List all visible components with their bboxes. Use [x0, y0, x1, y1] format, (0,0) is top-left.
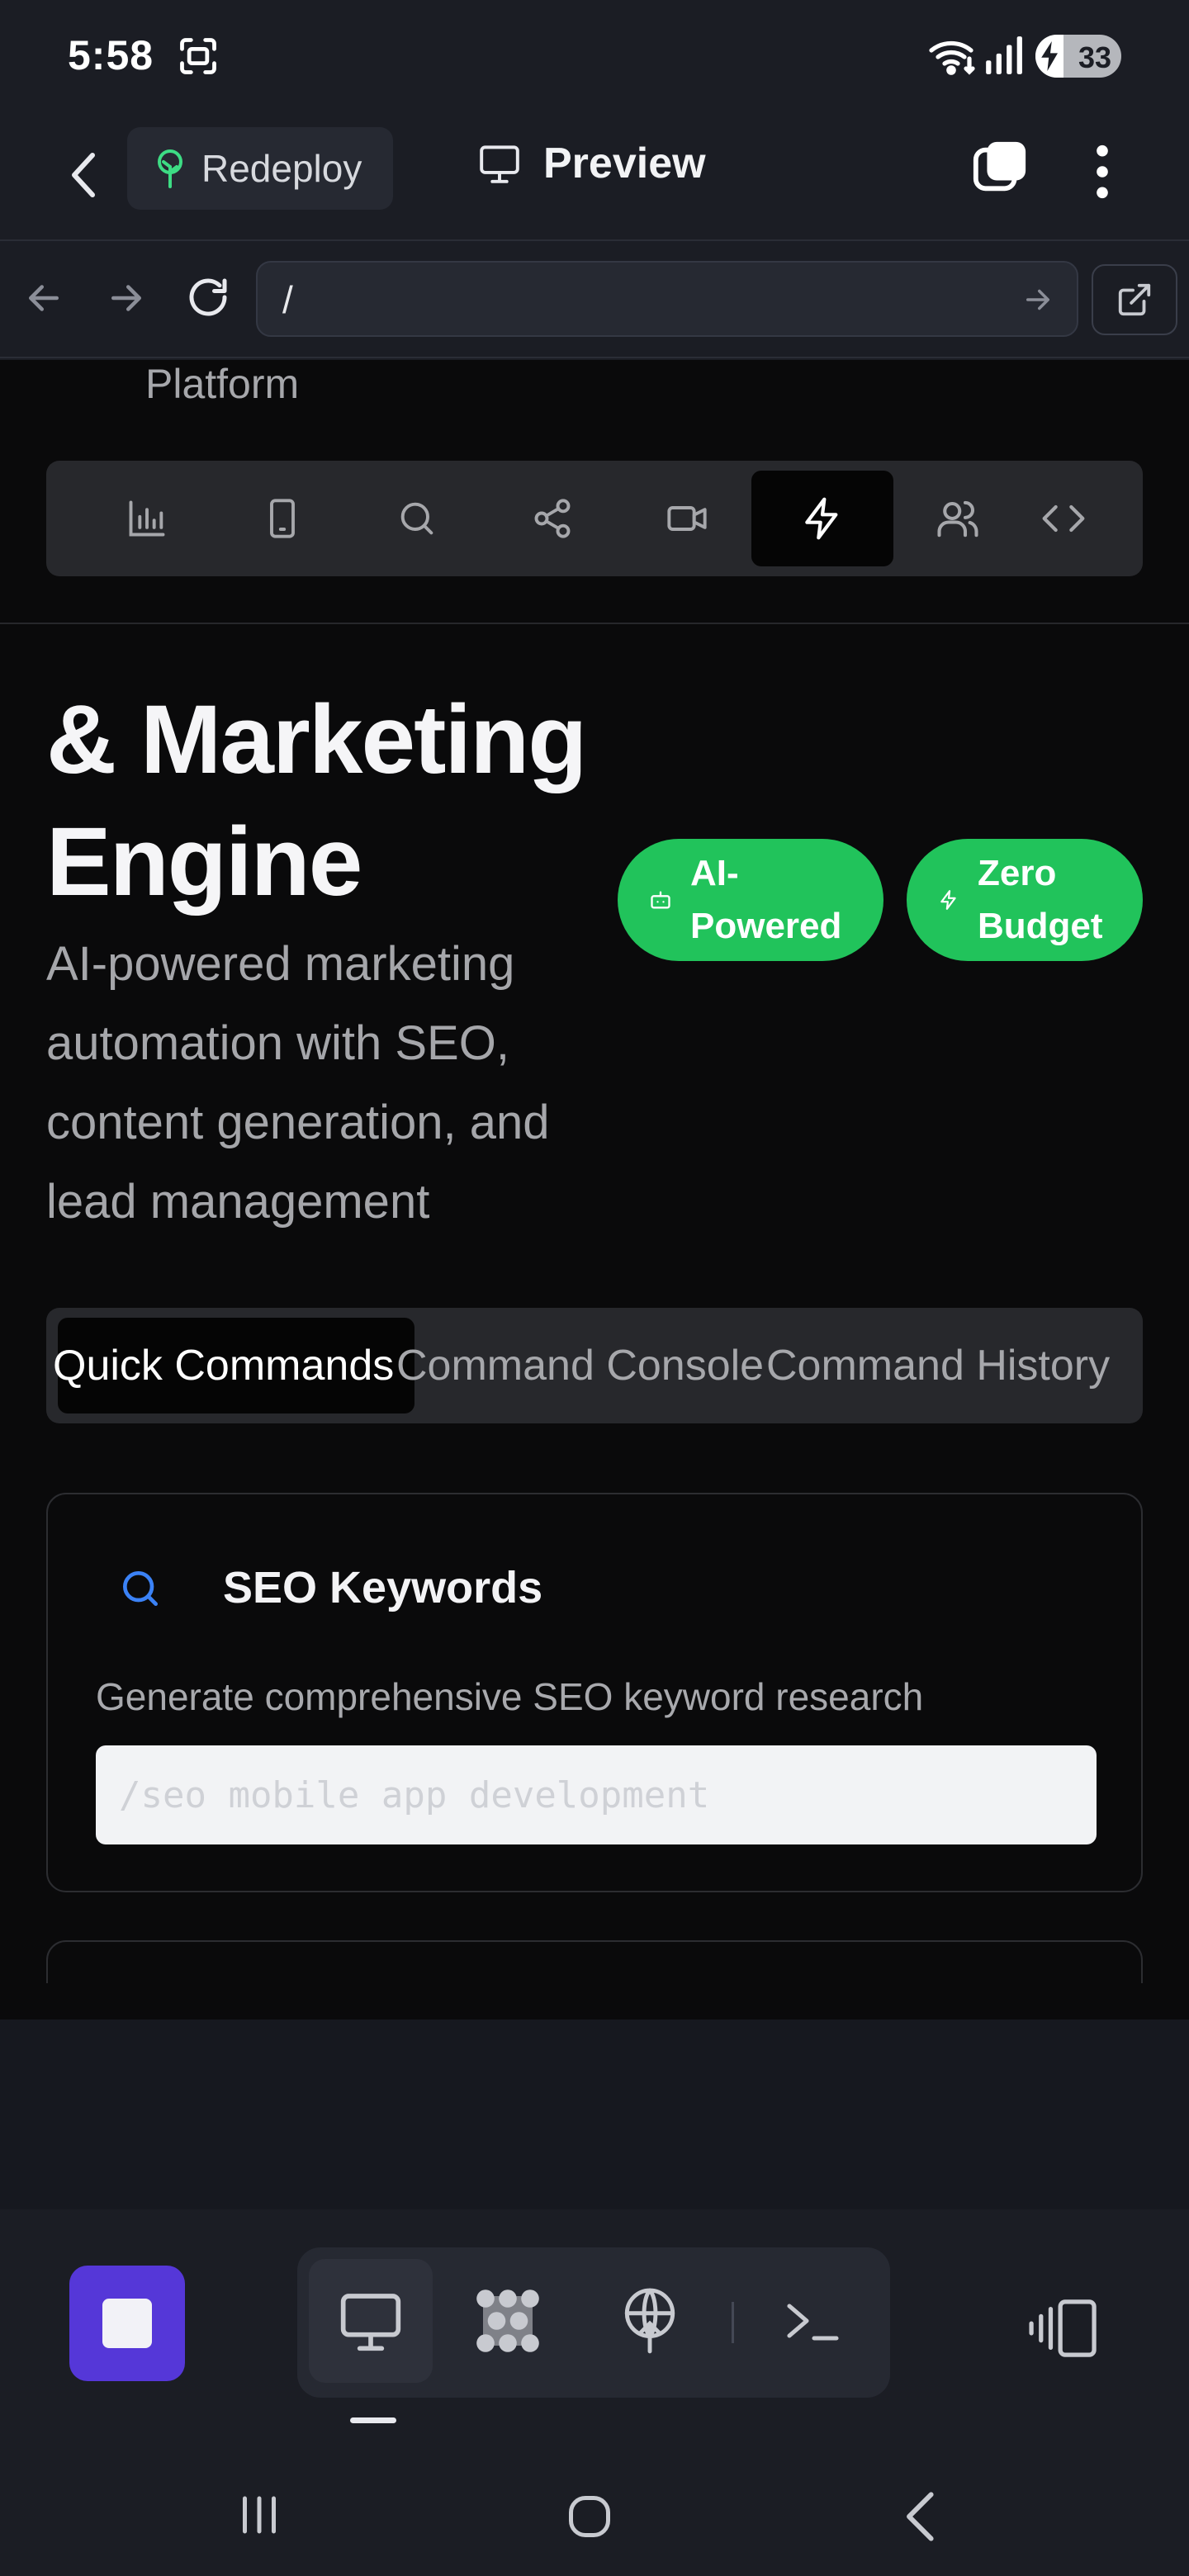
mode-terminal-button[interactable] — [750, 2259, 874, 2383]
analytics-button[interactable] — [76, 471, 218, 566]
zap-icon — [805, 497, 838, 540]
arrow-left-icon — [29, 285, 59, 311]
zero-budget-badge: Zero Budget — [907, 839, 1143, 961]
monitor-icon — [480, 145, 519, 183]
stop-button[interactable] — [69, 2266, 185, 2381]
tab-quick-commands[interactable]: Quick Commands — [53, 1318, 414, 1413]
arrow-right-icon — [1026, 289, 1049, 310]
menu-button[interactable] — [1082, 139, 1123, 205]
section-divider — [0, 623, 1189, 624]
back-icon — [907, 2492, 934, 2541]
recent-apps-button[interactable] — [234, 2490, 284, 2540]
mode-workflows-button[interactable] — [446, 2259, 570, 2383]
url-text: / — [282, 278, 293, 321]
seo-search-button[interactable] — [346, 471, 488, 566]
tab-command-history[interactable]: Command History — [766, 1318, 1143, 1413]
tab-command-console[interactable]: Command Console — [396, 1318, 784, 1413]
search-icon — [117, 1565, 163, 1612]
automation-button[interactable] — [751, 471, 893, 566]
monitor-icon — [340, 2294, 401, 2351]
chevron-left-icon — [72, 153, 95, 197]
system-back-button[interactable] — [900, 2490, 945, 2543]
active-mode-indicator — [350, 2417, 396, 2423]
users-icon — [937, 500, 978, 537]
badge-label: Zero Budget — [978, 853, 1103, 946]
page-description: AI-powered marketing automation with SEO… — [46, 937, 550, 1229]
zap-icon — [940, 890, 956, 910]
mode-deploy-button[interactable] — [588, 2259, 712, 2383]
share-icon — [534, 499, 571, 538]
code-button[interactable] — [992, 471, 1135, 566]
battery-indicator: 33 — [1035, 35, 1121, 78]
home-icon — [569, 2496, 610, 2537]
stop-icon — [102, 2299, 152, 2348]
kebab-menu-icon — [1097, 144, 1108, 199]
code-icon — [1042, 504, 1085, 533]
nav-back-button[interactable] — [21, 276, 66, 320]
reload-button[interactable] — [183, 272, 233, 322]
status-bar: 5:58 33 — [0, 0, 1189, 109]
open-external-button[interactable] — [1092, 264, 1177, 335]
tree-icon — [158, 149, 182, 188]
webview: Platform & Marketing Engine AI-powered m… — [0, 360, 1189, 2020]
feature-toolbar — [46, 461, 1143, 576]
wifi-icon — [928, 35, 978, 76]
url-bar: / — [0, 243, 1189, 358]
panel-toggle-button[interactable] — [1024, 2287, 1106, 2370]
battery-level: 33 — [1078, 40, 1111, 74]
search-icon — [400, 502, 433, 535]
mode-preview-button[interactable] — [309, 2259, 433, 2383]
panel-toggle-icon — [1029, 2299, 1097, 2357]
smartphone-icon — [270, 499, 295, 538]
mode-switcher — [297, 2247, 890, 2398]
bottom-spacer — [0, 2020, 1189, 2209]
home-button[interactable] — [565, 2492, 614, 2541]
share-button[interactable] — [481, 471, 623, 566]
deploy-icon — [624, 2288, 675, 2354]
recent-apps-icon — [243, 2496, 276, 2534]
command-tabs: Quick Commands Command Console Command H… — [46, 1308, 1143, 1423]
app-header: Redeploy Preview — [0, 109, 1189, 241]
page-title: & Marketing Engine — [46, 685, 587, 916]
reload-icon — [189, 278, 227, 316]
status-clock: 5:58 — [68, 32, 154, 78]
redeploy-button[interactable]: Redeploy — [127, 127, 393, 210]
webview-bottom-edge — [0, 1983, 1189, 2020]
url-go-button[interactable] — [1021, 282, 1055, 317]
preview-label: Preview — [543, 140, 706, 187]
screenshot-icon — [177, 35, 220, 78]
back-button[interactable] — [59, 144, 109, 206]
charging-bolt-icon — [1040, 41, 1060, 71]
card-description: Generate comprehensive SEO keyword resea… — [96, 1675, 924, 1718]
mobile-button[interactable] — [211, 471, 353, 566]
ai-powered-badge: AI-Powered — [618, 839, 883, 961]
external-link-icon — [1118, 283, 1151, 316]
bot-icon — [651, 891, 670, 909]
bar-chart-icon — [129, 500, 165, 537]
signal-icon — [983, 36, 1024, 74]
mode-separator — [732, 2302, 734, 2343]
card-title: SEO Keywords — [223, 1563, 543, 1612]
preview-title: Preview — [477, 139, 706, 188]
platform-label: Platform — [145, 361, 300, 407]
arrow-right-icon — [111, 285, 141, 311]
grid-dots-icon — [476, 2290, 539, 2352]
terminal-icon — [787, 2304, 839, 2341]
nav-forward-button[interactable] — [104, 276, 149, 320]
video-icon — [667, 506, 707, 531]
android-navigation-bar — [0, 2449, 1189, 2576]
seo-keywords-card: SEO Keywords Generate comprehensive SEO … — [46, 1493, 1143, 1892]
tabs-icon — [973, 141, 1026, 192]
video-button[interactable] — [616, 471, 758, 566]
badge-label: AI-Powered — [690, 853, 842, 946]
seo-command-input[interactable] — [96, 1745, 1097, 1844]
url-input[interactable]: / — [256, 261, 1078, 337]
tabs-button[interactable] — [971, 139, 1029, 197]
redeploy-label: Redeploy — [201, 147, 362, 190]
